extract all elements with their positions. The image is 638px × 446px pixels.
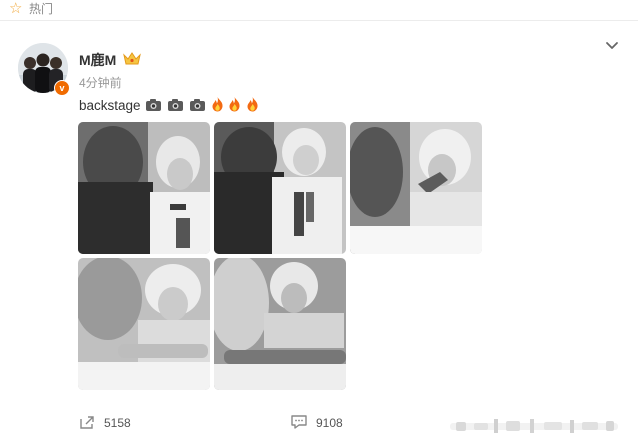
post-image-3[interactable] <box>350 122 482 254</box>
fire-icon <box>212 97 223 112</box>
camera-icon <box>189 99 205 111</box>
star-icon: ☆ <box>9 0 23 17</box>
comment-icon <box>291 415 307 429</box>
blurred-strip-image <box>450 419 618 433</box>
section-label: 热门 <box>29 2 54 16</box>
top-bar: ☆ 热门 <box>0 0 638 21</box>
fire-icon <box>247 97 258 112</box>
verified-badge-icon: v <box>54 80 70 96</box>
repost-count: 5158 <box>104 416 131 430</box>
post-image-4[interactable] <box>78 258 210 390</box>
username[interactable]: M鹿M <box>79 52 116 68</box>
share-icon <box>80 416 94 429</box>
camera-icon <box>168 99 184 111</box>
comment-count: 9108 <box>316 416 343 430</box>
camera-icon <box>146 99 162 111</box>
post-image-5[interactable] <box>214 258 346 390</box>
fire-icon <box>229 97 240 112</box>
crown-icon <box>123 52 141 65</box>
post-time[interactable]: 4分钟前 <box>79 76 122 90</box>
post-image-1[interactable] <box>78 122 210 254</box>
post-text: backstage <box>79 96 259 115</box>
post-text-body: backstage <box>79 98 141 113</box>
post-image-2[interactable] <box>214 122 346 254</box>
chevron-down-icon[interactable] <box>604 38 620 54</box>
